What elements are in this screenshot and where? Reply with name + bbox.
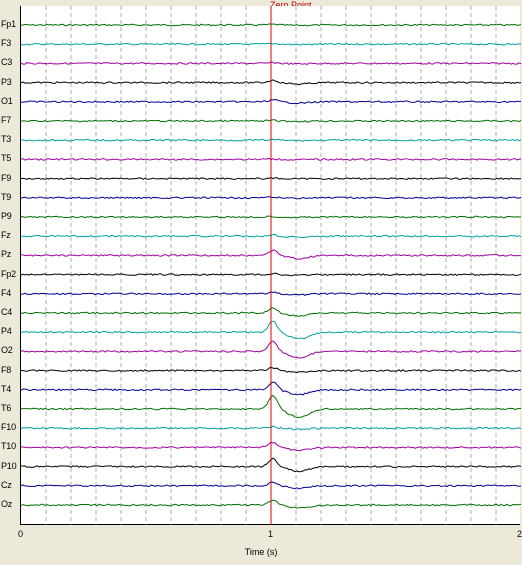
channel-label-c4: C4 xyxy=(1,307,13,317)
channel-label-o1: O1 xyxy=(1,95,13,106)
eeg-plot[interactable] xyxy=(20,6,521,525)
x-axis-label: Time (s) xyxy=(244,547,278,557)
channel-label-f8: F8 xyxy=(1,364,12,375)
channel-label-fp2: Fp2 xyxy=(1,268,16,279)
channel-label-t6: T6 xyxy=(1,403,12,413)
channel-label-o2: O2 xyxy=(1,345,13,356)
channel-label-p9: P9 xyxy=(1,211,12,221)
channel-label-f4: F4 xyxy=(1,287,12,298)
channel-label-pz: Pz xyxy=(1,249,12,260)
channel-label-cz: Cz xyxy=(1,479,12,490)
channel-label-c3: C3 xyxy=(1,57,13,68)
channel-label-f3: F3 xyxy=(1,38,12,49)
channel-label-p4: P4 xyxy=(1,326,12,337)
channel-label-fz: Fz xyxy=(1,230,11,241)
eeg-plot-canvas[interactable] xyxy=(21,6,521,525)
x-tick-label: 1 xyxy=(268,529,274,539)
channel-label-t10: T10 xyxy=(1,441,16,452)
channel-label-t3: T3 xyxy=(1,134,12,145)
channel-label-t9: T9 xyxy=(1,191,12,202)
channel-label-f10: F10 xyxy=(1,422,16,433)
channel-label-t5: T5 xyxy=(1,153,12,164)
channel-label-f7: F7 xyxy=(1,115,12,125)
x-tick-label: 0 xyxy=(18,529,24,539)
channel-label-t4: T4 xyxy=(1,383,12,394)
channel-label-oz: Oz xyxy=(1,499,13,509)
channel-label-p3: P3 xyxy=(1,76,12,87)
channel-label-p10: P10 xyxy=(1,460,17,471)
x-tick-label: 2 xyxy=(517,529,522,539)
channel-label-f9: F9 xyxy=(1,172,12,183)
channel-label-fp1: Fp1 xyxy=(1,19,16,29)
